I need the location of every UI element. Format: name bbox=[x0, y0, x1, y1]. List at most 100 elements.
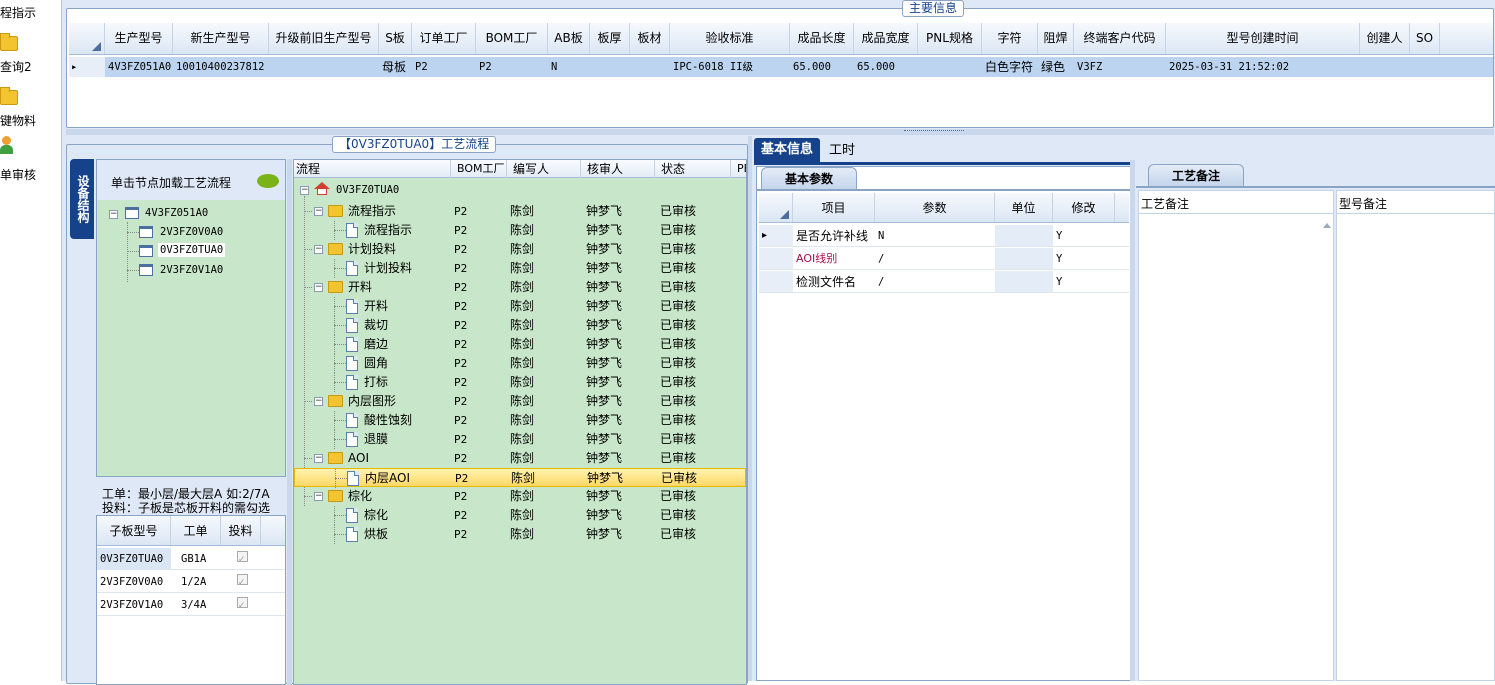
col-order-factory[interactable]: 订单工厂 bbox=[412, 23, 476, 54]
flow-row[interactable]: − 内层图形 P2 陈剑 钟梦飞 已审核 bbox=[294, 392, 746, 411]
collapse-icon[interactable]: − bbox=[314, 397, 323, 406]
cell-param[interactable]: / bbox=[875, 248, 995, 269]
tab-process-remarks[interactable]: 工艺备注 bbox=[1148, 164, 1244, 186]
tab-basic-params[interactable]: 基本参数 bbox=[761, 167, 857, 189]
nav-item-order-review[interactable]: 单审核 bbox=[0, 166, 60, 183]
flow-reviewer: 钟梦飞 bbox=[586, 489, 623, 503]
tree-root[interactable]: 4V3FZ051A0 bbox=[145, 207, 208, 219]
col-item[interactable]: 项目 bbox=[793, 193, 875, 222]
col-creator[interactable]: 创建人 bbox=[1360, 23, 1410, 54]
tree-child[interactable]: 2V3FZ0V0A0 bbox=[160, 226, 223, 238]
table-row[interactable]: 检测文件名 / Y bbox=[759, 271, 1129, 293]
flow-row[interactable]: 磨边 P2 陈剑 钟梦飞 已审核 bbox=[294, 335, 746, 354]
flow-row[interactable]: 开料 P2 陈剑 钟梦飞 已审核 bbox=[294, 297, 746, 316]
col-so[interactable]: SO bbox=[1410, 23, 1440, 54]
collapse-icon[interactable]: − bbox=[300, 186, 309, 195]
flow-row[interactable]: 圆角 P2 陈剑 钟梦飞 已审核 bbox=[294, 354, 746, 373]
flow-row[interactable]: − 计划投料 P2 陈剑 钟梦飞 已审核 bbox=[294, 240, 746, 259]
nav-item-key-material[interactable]: 键物料 bbox=[0, 112, 60, 129]
col-char[interactable]: 字符 bbox=[982, 23, 1038, 54]
left-nav: 程指示 查询2 键物料 单审核 bbox=[0, 0, 62, 681]
col-thickness[interactable]: 板厚 bbox=[590, 23, 630, 54]
col-ab-board[interactable]: AB板 bbox=[548, 23, 590, 54]
col-created[interactable]: 型号创建时间 bbox=[1166, 23, 1360, 54]
collapse-icon[interactable]: − bbox=[314, 283, 323, 292]
table-row[interactable]: ▸ 是否允许补线 N Y bbox=[759, 225, 1129, 247]
flow-status: 已审核 bbox=[660, 489, 697, 503]
tab-work-hours[interactable]: 工时 bbox=[824, 140, 860, 162]
col-flow-writer[interactable]: 编写人 bbox=[506, 160, 549, 178]
col-s-board[interactable]: S板 bbox=[379, 23, 412, 54]
collapse-icon[interactable]: − bbox=[314, 245, 323, 254]
flow-root[interactable]: 0V3FZ0TUA0 bbox=[336, 184, 399, 196]
horizontal-splitter[interactable] bbox=[66, 129, 1494, 135]
table-row[interactable]: 2V3FZ0V0A0 1/2A bbox=[97, 571, 285, 593]
vertical-splitter[interactable] bbox=[287, 159, 292, 685]
col-modify[interactable]: 修改 bbox=[1053, 193, 1115, 222]
flow-row[interactable]: − 棕化 P2 陈剑 钟梦飞 已审核 bbox=[294, 487, 746, 506]
flow-header: 流程 BOM工厂 编写人 核审人 状态 PE bbox=[294, 160, 746, 178]
col-length[interactable]: 成品长度 bbox=[790, 23, 854, 54]
col-bom-factory[interactable]: BOM工厂 bbox=[476, 23, 548, 54]
flow-row[interactable]: 内层AOI P2 陈剑 钟梦飞 已审核 bbox=[294, 468, 746, 488]
table-row[interactable]: ▸ 4V3FZ051A0 10010400237812 母板 P2 P2 N I… bbox=[69, 57, 1493, 77]
scroll-up-icon[interactable] bbox=[1323, 223, 1331, 228]
table-row[interactable]: 2V3FZ0V1A0 3/4A bbox=[97, 594, 285, 616]
table-row[interactable]: AOI线别 / Y bbox=[759, 248, 1129, 270]
collapse-icon[interactable]: − bbox=[314, 207, 323, 216]
col-material[interactable]: 板材 bbox=[630, 23, 670, 54]
flow-row[interactable]: − 流程指示 P2 陈剑 钟梦飞 已审核 bbox=[294, 202, 746, 221]
flow-row[interactable]: 计划投料 P2 陈剑 钟梦飞 已审核 bbox=[294, 259, 746, 278]
col-flow-reviewer[interactable]: 核审人 bbox=[580, 160, 623, 178]
flow-row[interactable]: 退膜 P2 陈剑 钟梦飞 已审核 bbox=[294, 430, 746, 449]
flow-row[interactable]: 棕化 P2 陈剑 钟梦飞 已审核 bbox=[294, 506, 746, 525]
table-row[interactable]: 0V3FZ0TUA0 GB1A bbox=[97, 548, 285, 570]
col-param[interactable]: 参数 bbox=[875, 193, 995, 222]
cell-param[interactable]: / bbox=[875, 271, 995, 292]
collapse-icon[interactable]: − bbox=[314, 454, 323, 463]
col-solder[interactable]: 阻焊 bbox=[1038, 23, 1074, 54]
nav-item-query[interactable]: 查询2 bbox=[0, 58, 60, 75]
col-flow-status[interactable]: 状态 bbox=[654, 160, 685, 178]
col-old-model[interactable]: 升级前旧生产型号 bbox=[269, 23, 379, 54]
nav-item-process-instruction[interactable]: 程指示 bbox=[0, 4, 60, 21]
flow-reviewer: 钟梦飞 bbox=[586, 356, 623, 370]
col-unit[interactable]: 单位 bbox=[995, 193, 1053, 222]
tab-device-structure[interactable]: 设备结构 bbox=[70, 159, 94, 239]
col-flow[interactable]: 流程 bbox=[296, 160, 320, 178]
col-new-model[interactable]: 新生产型号 bbox=[173, 23, 269, 54]
col-sub-feed[interactable]: 投料 bbox=[221, 516, 261, 545]
tab-basic-info[interactable]: 基本信息 bbox=[754, 138, 820, 162]
feed-checkbox[interactable] bbox=[221, 571, 261, 592]
collapse-icon[interactable]: − bbox=[314, 492, 323, 501]
flow-row[interactable]: 流程指示 P2 陈剑 钟梦飞 已审核 bbox=[294, 221, 746, 240]
model-node-icon bbox=[125, 207, 139, 219]
document-icon bbox=[346, 299, 358, 314]
feed-checkbox[interactable] bbox=[221, 548, 261, 569]
row-pointer-icon: ▸ bbox=[759, 225, 793, 246]
col-width[interactable]: 成品宽度 bbox=[854, 23, 918, 54]
cell-param[interactable]: N bbox=[875, 225, 995, 246]
flow-reviewer: 钟梦飞 bbox=[586, 394, 623, 408]
feed-checkbox[interactable] bbox=[221, 594, 261, 615]
flow-row[interactable]: − AOI P2 陈剑 钟梦飞 已审核 bbox=[294, 449, 746, 468]
col-acceptance[interactable]: 验收标准 bbox=[670, 23, 790, 54]
process-remarks-box[interactable]: 工艺备注 bbox=[1138, 190, 1334, 681]
col-flow-bom[interactable]: BOM工厂 bbox=[450, 160, 505, 178]
flow-row[interactable]: − 开料 P2 陈剑 钟梦飞 已审核 bbox=[294, 278, 746, 297]
col-flow-pe[interactable]: PE bbox=[730, 160, 746, 178]
flow-row[interactable]: 酸性蚀刻 P2 陈剑 钟梦飞 已审核 bbox=[294, 411, 746, 430]
model-remarks-box[interactable]: 型号备注 bbox=[1336, 190, 1495, 681]
flow-row[interactable]: 烘板 P2 陈剑 钟梦飞 已审核 bbox=[294, 525, 746, 544]
tree-child[interactable]: 2V3FZ0V1A0 bbox=[160, 264, 223, 276]
vertical-splitter[interactable] bbox=[1130, 160, 1135, 681]
col-prod-model[interactable]: 生产型号 bbox=[105, 23, 173, 54]
flow-row[interactable]: 打标 P2 陈剑 钟梦飞 已审核 bbox=[294, 373, 746, 392]
tree-child-selected[interactable]: 0V3FZ0TUA0 bbox=[158, 243, 226, 257]
collapse-icon[interactable]: − bbox=[109, 210, 118, 219]
col-sub-model[interactable]: 子板型号 bbox=[97, 516, 171, 545]
flow-row[interactable]: 裁切 P2 陈剑 钟梦飞 已审核 bbox=[294, 316, 746, 335]
col-pnl[interactable]: PNL规格 bbox=[918, 23, 982, 54]
col-sub-order[interactable]: 工单 bbox=[171, 516, 221, 545]
col-customer-code[interactable]: 终端客户代码 bbox=[1074, 23, 1166, 54]
